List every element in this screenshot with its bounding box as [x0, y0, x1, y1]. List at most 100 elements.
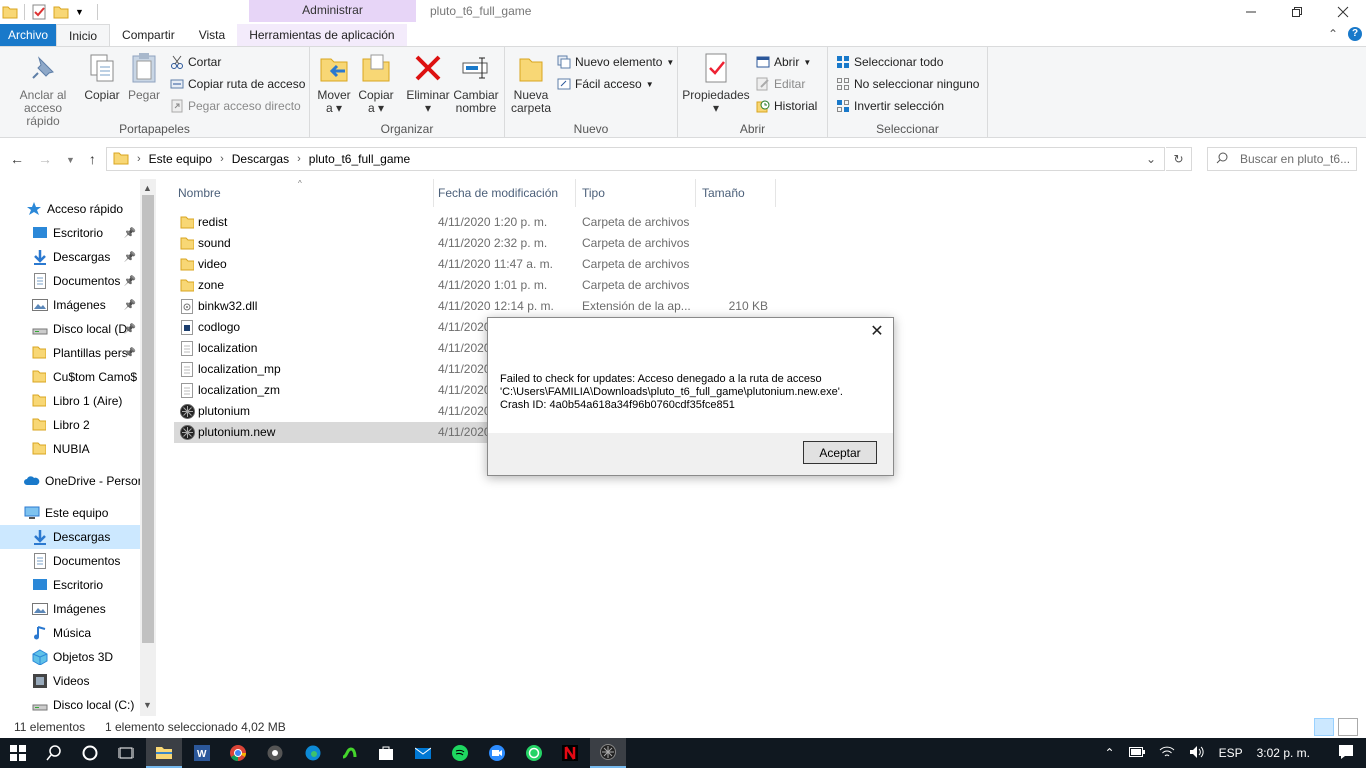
breadcrumb-downloads[interactable]: Descargas	[232, 152, 289, 166]
select-all-button[interactable]: Seleccionar todo	[836, 55, 943, 69]
file-row[interactable]: redist 4/11/2020 1:20 p. m. Carpeta de arc…	[174, 212, 772, 233]
open-button[interactable]: Abrir ▼	[756, 55, 811, 69]
taskbar-edge[interactable]	[295, 738, 331, 768]
paste-button[interactable]: Pegar	[124, 51, 164, 102]
taskbar-spotify[interactable]	[442, 738, 478, 768]
nav-this-pc-item[interactable]: Disco local (C:)	[0, 693, 140, 716]
cut-button[interactable]: Cortar	[170, 55, 221, 69]
restore-button[interactable]	[1274, 0, 1320, 24]
pin-icon[interactable]: 📌	[124, 228, 136, 239]
nav-quick-access-item[interactable]: Documentos 📌	[0, 269, 140, 293]
nav-quick-access-item[interactable]: Imágenes 📌	[0, 293, 140, 317]
taskbar-zoom[interactable]	[479, 738, 515, 768]
ok-button[interactable]: Aceptar	[803, 441, 877, 464]
back-arrow-icon[interactable]: ←	[10, 151, 24, 169]
properties-button[interactable]: Propiedades ▾	[682, 51, 750, 115]
breadcrumb-separator-icon[interactable]: ›	[297, 153, 301, 165]
nav-onedrive[interactable]: OneDrive - Persor	[0, 469, 140, 493]
forward-arrow-icon[interactable]: →	[38, 151, 52, 169]
file-row[interactable]: video 4/11/2020 11:47 a. m. Carpeta de arc…	[174, 254, 772, 275]
chevron-up-icon[interactable]: ⌃	[1105, 746, 1115, 760]
taskbar-file-explorer[interactable]	[146, 738, 182, 768]
column-header-name[interactable]: Nombre	[172, 179, 434, 207]
nav-quick-access-item[interactable]: Libro 1 (Aire)	[0, 389, 140, 413]
taskbar-netflix[interactable]	[552, 738, 588, 768]
search-input[interactable]: Buscar en pluto_t6...	[1207, 147, 1357, 171]
address-bar[interactable]: › Este equipo › Descargas › pluto_t6_ful…	[106, 147, 1165, 171]
breadcrumb-current[interactable]: pluto_t6_full_game	[309, 152, 410, 166]
up-arrow-icon[interactable]: ↑	[89, 151, 96, 169]
taskbar-chrome[interactable]	[220, 738, 256, 768]
nav-scrollbar[interactable]: ▲ ▼	[140, 179, 156, 716]
nav-quick-access-item[interactable]: Escritorio 📌	[0, 221, 140, 245]
volume-icon[interactable]	[1189, 745, 1205, 762]
delete-button[interactable]: Eliminar ▾	[406, 51, 450, 115]
refresh-button[interactable]: ↻	[1166, 147, 1192, 171]
language-indicator[interactable]: ESP	[1219, 746, 1243, 760]
taskbar-plutonium[interactable]	[590, 738, 626, 768]
pin-icon[interactable]: 📌	[124, 348, 136, 359]
notifications-icon[interactable]	[1338, 744, 1354, 763]
tab-view[interactable]: Vista	[187, 24, 237, 46]
paste-shortcut-button[interactable]: Pegar acceso directo	[170, 99, 301, 113]
breadcrumb-this-pc[interactable]: Este equipo	[149, 152, 212, 166]
start-button[interactable]	[0, 738, 36, 768]
scroll-up-icon[interactable]: ▲	[143, 183, 152, 193]
nav-this-pc-item[interactable]: Escritorio	[0, 573, 140, 597]
move-to-button[interactable]: Mover a ▾	[314, 51, 354, 115]
properties-icon[interactable]	[31, 4, 47, 20]
nav-this-pc-item[interactable]: Videos	[0, 669, 140, 693]
taskbar-razer[interactable]	[331, 738, 367, 768]
nav-this-pc[interactable]: Este equipo	[0, 501, 140, 525]
edit-button[interactable]: Editar	[756, 77, 805, 91]
taskbar-whatsapp[interactable]	[516, 738, 552, 768]
copy-button[interactable]: Copiar	[82, 51, 122, 102]
new-folder-button[interactable]: Nueva carpeta	[509, 51, 553, 115]
close-button[interactable]	[1320, 0, 1366, 24]
column-header-size[interactable]: Tamaño	[696, 179, 776, 207]
nav-this-pc-item[interactable]: Música	[0, 621, 140, 645]
chevron-up-icon[interactable]: ⌃	[1328, 27, 1338, 41]
large-icons-view-icon[interactable]	[1338, 718, 1358, 736]
select-none-button[interactable]: No seleccionar ninguno	[836, 77, 979, 91]
help-icon[interactable]: ?	[1348, 27, 1362, 41]
column-header-date[interactable]: Fecha de modificación	[432, 179, 576, 207]
minimize-button[interactable]	[1228, 0, 1274, 24]
nav-quick-access-item[interactable]: Cu$tom Camo$	[0, 365, 140, 389]
invert-selection-button[interactable]: Invertir selección	[836, 99, 944, 113]
history-button[interactable]: Historial	[756, 99, 817, 113]
battery-icon[interactable]	[1128, 746, 1145, 760]
tab-share[interactable]: Compartir	[110, 24, 187, 46]
breadcrumb-separator-icon[interactable]: ›	[137, 153, 141, 165]
file-row[interactable]: binkw32.dll 4/11/2020 12:14 p. m. Extensió…	[174, 296, 772, 317]
nav-this-pc-item[interactable]: Imágenes	[0, 597, 140, 621]
taskbar-word[interactable]: W	[184, 738, 220, 768]
address-dropdown-icon[interactable]: ⌄	[1146, 152, 1156, 166]
file-row[interactable]: zone 4/11/2020 1:01 p. m. Carpeta de archi…	[174, 275, 772, 296]
tab-file[interactable]: Archivo	[0, 24, 57, 46]
nav-quick-access-item[interactable]: Descargas 📌	[0, 245, 140, 269]
taskbar-store[interactable]	[368, 738, 404, 768]
cortana-button[interactable]	[72, 738, 108, 768]
file-row[interactable]: sound 4/11/2020 2:32 p. m. Carpeta de arch…	[174, 233, 772, 254]
wifi-icon[interactable]	[1159, 745, 1175, 762]
column-header-type[interactable]: Tipo	[576, 179, 696, 207]
details-view-icon[interactable]	[1314, 718, 1334, 736]
nav-quick-access-item[interactable]: Libro 2	[0, 413, 140, 437]
clock[interactable]: 3:02 p. m.	[1257, 746, 1310, 760]
pin-icon[interactable]: 📌	[124, 276, 136, 287]
task-view-button[interactable]	[108, 738, 144, 768]
nav-quick-access-item[interactable]: NUBIA	[0, 437, 140, 461]
customize-qat-icon[interactable]: ▼	[75, 4, 91, 20]
scroll-down-icon[interactable]: ▼	[143, 700, 152, 710]
copy-to-button[interactable]: Copiar a ▾	[356, 51, 396, 115]
pin-icon[interactable]: 📌	[124, 300, 136, 311]
nav-quick-access-item[interactable]: Plantillas pers 📌	[0, 341, 140, 365]
rename-button[interactable]: Cambiar nombre	[452, 51, 500, 115]
nav-quick-access-item[interactable]: Disco local (D 📌	[0, 317, 140, 341]
nav-this-pc-item[interactable]: Documentos	[0, 549, 140, 573]
pin-icon[interactable]: 📌	[124, 252, 136, 263]
nav-quick-access[interactable]: Acceso rápido	[0, 197, 140, 221]
new-folder-icon[interactable]	[53, 4, 69, 20]
scrollbar-thumb[interactable]	[142, 195, 154, 643]
